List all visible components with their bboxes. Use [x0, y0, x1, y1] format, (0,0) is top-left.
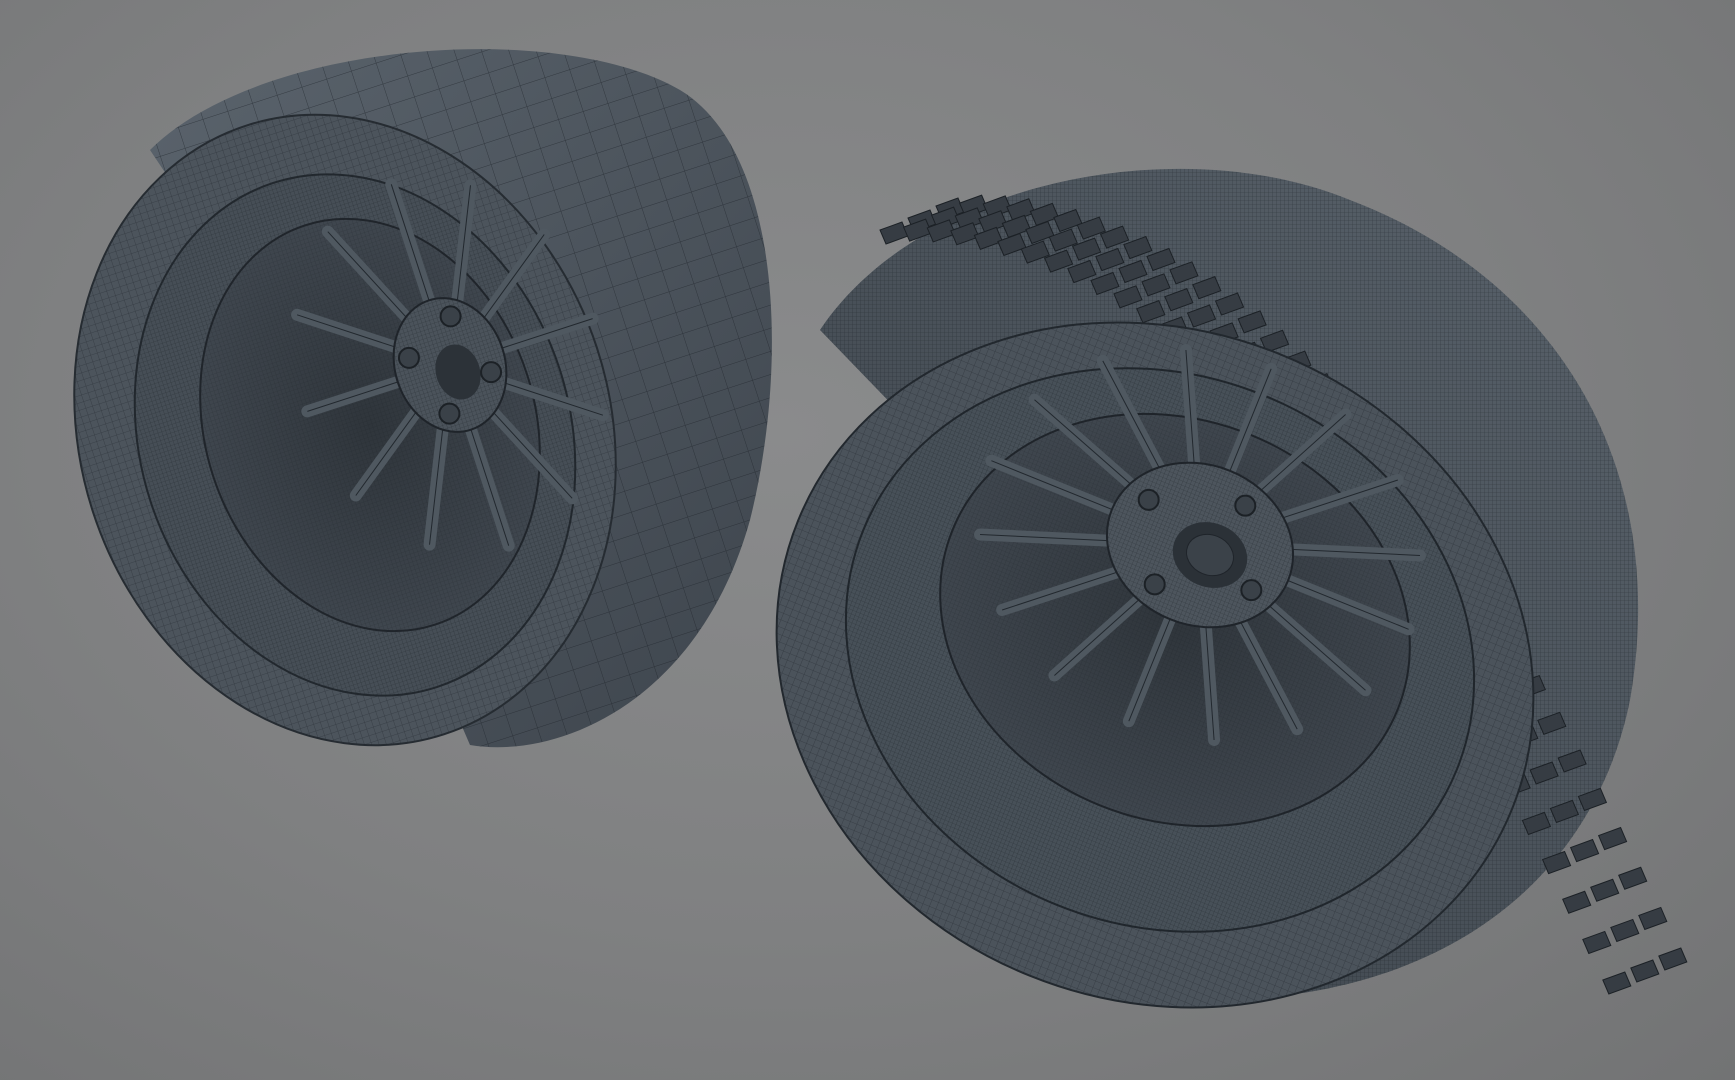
- lug-nut: [1137, 488, 1160, 511]
- lug-nut: [397, 346, 420, 369]
- tread-block: [1597, 826, 1628, 851]
- lug-nut: [480, 361, 503, 384]
- tread-block: [1590, 878, 1620, 902]
- lug-nut: [1234, 494, 1257, 517]
- tread-block: [1562, 890, 1592, 914]
- lug-nut: [1143, 573, 1166, 596]
- tread-block: [1610, 918, 1640, 943]
- lug-nut: [439, 305, 462, 328]
- tread-block: [1582, 930, 1612, 955]
- lug-nut: [1240, 579, 1263, 602]
- treaded-tire-wheel[interactable]: [673, 168, 1688, 1080]
- scene-render: [0, 44, 1688, 1080]
- slick-tire-wheel[interactable]: [0, 44, 772, 816]
- tread-block: [1618, 866, 1648, 890]
- 3d-viewport[interactable]: [0, 0, 1735, 1080]
- tread-block: [1638, 906, 1668, 931]
- tread-block: [1602, 971, 1632, 995]
- lug-nut: [438, 402, 461, 425]
- tread-block: [1569, 838, 1600, 863]
- tread-block: [879, 221, 909, 245]
- tread-block: [1630, 959, 1660, 983]
- tread-block: [1658, 947, 1688, 971]
